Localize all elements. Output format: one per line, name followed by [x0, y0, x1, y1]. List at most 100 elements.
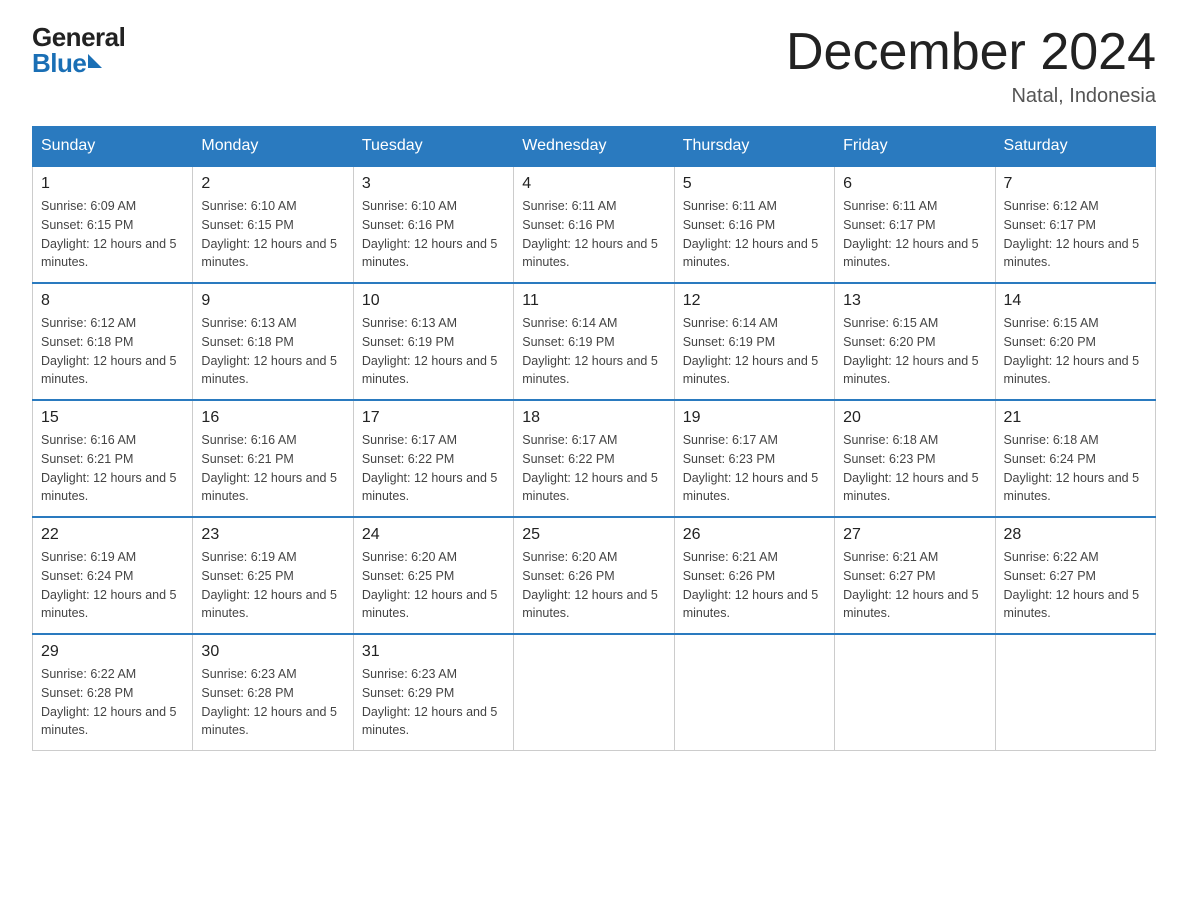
calendar-header-friday: Friday: [835, 127, 995, 167]
day-number: 29: [41, 643, 184, 661]
day-info: Sunrise: 6:23 AMSunset: 6:28 PMDaylight:…: [201, 665, 344, 740]
calendar-cell: 14 Sunrise: 6:15 AMSunset: 6:20 PMDayligh…: [995, 283, 1155, 400]
calendar-header-saturday: Saturday: [995, 127, 1155, 167]
logo-triangle-icon: [88, 54, 102, 68]
day-info: Sunrise: 6:15 AMSunset: 6:20 PMDaylight:…: [843, 314, 986, 389]
day-info: Sunrise: 6:12 AMSunset: 6:17 PMDaylight:…: [1004, 197, 1147, 272]
day-number: 17: [362, 409, 505, 427]
day-info: Sunrise: 6:14 AMSunset: 6:19 PMDaylight:…: [522, 314, 665, 389]
day-number: 31: [362, 643, 505, 661]
week-row-1: 1 Sunrise: 6:09 AMSunset: 6:15 PMDaylight…: [33, 166, 1156, 283]
day-number: 30: [201, 643, 344, 661]
day-number: 2: [201, 175, 344, 193]
calendar-cell: 17 Sunrise: 6:17 AMSunset: 6:22 PMDayligh…: [353, 400, 513, 517]
day-number: 12: [683, 292, 826, 310]
calendar-table: SundayMondayTuesdayWednesdayThursdayFrid…: [32, 126, 1156, 751]
calendar-cell: 7Sunrise: 6:12 AMSunset: 6:17 PMDaylight…: [995, 166, 1155, 283]
calendar-cell: [514, 634, 674, 751]
calendar-cell: 11 Sunrise: 6:14 AMSunset: 6:19 PMDayligh…: [514, 283, 674, 400]
day-info: Sunrise: 6:11 AMSunset: 6:16 PMDaylight:…: [522, 197, 665, 272]
calendar-cell: [995, 634, 1155, 751]
logo-blue: Blue: [32, 50, 86, 76]
day-info: Sunrise: 6:13 AMSunset: 6:18 PMDaylight:…: [201, 314, 344, 389]
day-info: Sunrise: 6:17 AMSunset: 6:22 PMDaylight:…: [362, 431, 505, 506]
day-number: 19: [683, 409, 826, 427]
calendar-cell: 1 Sunrise: 6:09 AMSunset: 6:15 PMDaylight…: [33, 166, 193, 283]
week-row-3: 15 Sunrise: 6:16 AMSunset: 6:21 PMDayligh…: [33, 400, 1156, 517]
day-number: 18: [522, 409, 665, 427]
calendar-cell: 30 Sunrise: 6:23 AMSunset: 6:28 PMDayligh…: [193, 634, 353, 751]
calendar-cell: 13Sunrise: 6:15 AMSunset: 6:20 PMDayligh…: [835, 283, 995, 400]
day-number: 25: [522, 526, 665, 544]
logo: General Blue: [32, 24, 125, 76]
day-number: 11: [522, 292, 665, 310]
day-info: Sunrise: 6:20 AMSunset: 6:25 PMDaylight:…: [362, 548, 505, 623]
day-number: 8: [41, 292, 184, 310]
day-number: 1: [41, 175, 184, 193]
day-info: Sunrise: 6:18 AMSunset: 6:24 PMDaylight:…: [1004, 431, 1147, 506]
calendar-cell: 6 Sunrise: 6:11 AMSunset: 6:17 PMDaylight…: [835, 166, 995, 283]
calendar-cell: 20 Sunrise: 6:18 AMSunset: 6:23 PMDayligh…: [835, 400, 995, 517]
calendar-cell: 24 Sunrise: 6:20 AMSunset: 6:25 PMDayligh…: [353, 517, 513, 634]
day-number: 20: [843, 409, 986, 427]
calendar-cell: 18 Sunrise: 6:17 AMSunset: 6:22 PMDayligh…: [514, 400, 674, 517]
calendar-cell: 5 Sunrise: 6:11 AMSunset: 6:16 PMDaylight…: [674, 166, 834, 283]
day-info: Sunrise: 6:11 AMSunset: 6:16 PMDaylight:…: [683, 197, 826, 272]
day-info: Sunrise: 6:17 AMSunset: 6:22 PMDaylight:…: [522, 431, 665, 506]
day-number: 24: [362, 526, 505, 544]
day-info: Sunrise: 6:13 AMSunset: 6:19 PMDaylight:…: [362, 314, 505, 389]
day-info: Sunrise: 6:21 AMSunset: 6:27 PMDaylight:…: [843, 548, 986, 623]
calendar-cell: 4 Sunrise: 6:11 AMSunset: 6:16 PMDaylight…: [514, 166, 674, 283]
day-info: Sunrise: 6:12 AMSunset: 6:18 PMDaylight:…: [41, 314, 184, 389]
title-section: December 2024 Natal, Indonesia: [786, 24, 1156, 108]
calendar-cell: 8 Sunrise: 6:12 AMSunset: 6:18 PMDaylight…: [33, 283, 193, 400]
day-info: Sunrise: 6:14 AMSunset: 6:19 PMDaylight:…: [683, 314, 826, 389]
week-row-5: 29 Sunrise: 6:22 AMSunset: 6:28 PMDayligh…: [33, 634, 1156, 751]
calendar-cell: 21 Sunrise: 6:18 AMSunset: 6:24 PMDayligh…: [995, 400, 1155, 517]
day-number: 6: [843, 175, 986, 193]
day-number: 5: [683, 175, 826, 193]
day-info: Sunrise: 6:22 AMSunset: 6:28 PMDaylight:…: [41, 665, 184, 740]
calendar-header-monday: Monday: [193, 127, 353, 167]
calendar-cell: 3 Sunrise: 6:10 AMSunset: 6:16 PMDaylight…: [353, 166, 513, 283]
calendar-cell: 15Sunrise: 6:16 AMSunset: 6:21 PMDayligh…: [33, 400, 193, 517]
page-header: General Blue December 2024 Natal, Indone…: [32, 24, 1156, 108]
day-info: Sunrise: 6:10 AMSunset: 6:15 PMDaylight:…: [201, 197, 344, 272]
calendar-header-row: SundayMondayTuesdayWednesdayThursdayFrid…: [33, 127, 1156, 167]
calendar-cell: [674, 634, 834, 751]
day-info: Sunrise: 6:10 AMSunset: 6:16 PMDaylight:…: [362, 197, 505, 272]
calendar-header-thursday: Thursday: [674, 127, 834, 167]
day-info: Sunrise: 6:20 AMSunset: 6:26 PMDaylight:…: [522, 548, 665, 623]
day-number: 4: [522, 175, 665, 193]
day-number: 15: [41, 409, 184, 427]
calendar-cell: 25 Sunrise: 6:20 AMSunset: 6:26 PMDayligh…: [514, 517, 674, 634]
day-info: Sunrise: 6:23 AMSunset: 6:29 PMDaylight:…: [362, 665, 505, 740]
calendar-cell: 28 Sunrise: 6:22 AMSunset: 6:27 PMDayligh…: [995, 517, 1155, 634]
day-info: Sunrise: 6:16 AMSunset: 6:21 PMDaylight:…: [201, 431, 344, 506]
day-info: Sunrise: 6:15 AMSunset: 6:20 PMDaylight:…: [1004, 314, 1147, 389]
logo-text: General Blue: [32, 24, 125, 76]
day-info: Sunrise: 6:17 AMSunset: 6:23 PMDaylight:…: [683, 431, 826, 506]
calendar-cell: 19 Sunrise: 6:17 AMSunset: 6:23 PMDayligh…: [674, 400, 834, 517]
calendar-cell: 26Sunrise: 6:21 AMSunset: 6:26 PMDayligh…: [674, 517, 834, 634]
calendar-cell: [835, 634, 995, 751]
day-number: 28: [1004, 526, 1147, 544]
week-row-4: 22Sunrise: 6:19 AMSunset: 6:24 PMDayligh…: [33, 517, 1156, 634]
day-info: Sunrise: 6:11 AMSunset: 6:17 PMDaylight:…: [843, 197, 986, 272]
day-info: Sunrise: 6:09 AMSunset: 6:15 PMDaylight:…: [41, 197, 184, 272]
day-info: Sunrise: 6:19 AMSunset: 6:24 PMDaylight:…: [41, 548, 184, 623]
day-number: 21: [1004, 409, 1147, 427]
calendar-header-sunday: Sunday: [33, 127, 193, 167]
calendar-cell: 16Sunrise: 6:16 AMSunset: 6:21 PMDayligh…: [193, 400, 353, 517]
location-subtitle: Natal, Indonesia: [786, 85, 1156, 108]
calendar-cell: 23Sunrise: 6:19 AMSunset: 6:25 PMDayligh…: [193, 517, 353, 634]
day-number: 23: [201, 526, 344, 544]
day-number: 14: [1004, 292, 1147, 310]
day-info: Sunrise: 6:22 AMSunset: 6:27 PMDaylight:…: [1004, 548, 1147, 623]
month-title: December 2024: [786, 24, 1156, 81]
day-number: 3: [362, 175, 505, 193]
calendar-cell: 27Sunrise: 6:21 AMSunset: 6:27 PMDayligh…: [835, 517, 995, 634]
week-row-2: 8 Sunrise: 6:12 AMSunset: 6:18 PMDaylight…: [33, 283, 1156, 400]
calendar-cell: 29 Sunrise: 6:22 AMSunset: 6:28 PMDayligh…: [33, 634, 193, 751]
day-info: Sunrise: 6:18 AMSunset: 6:23 PMDaylight:…: [843, 431, 986, 506]
